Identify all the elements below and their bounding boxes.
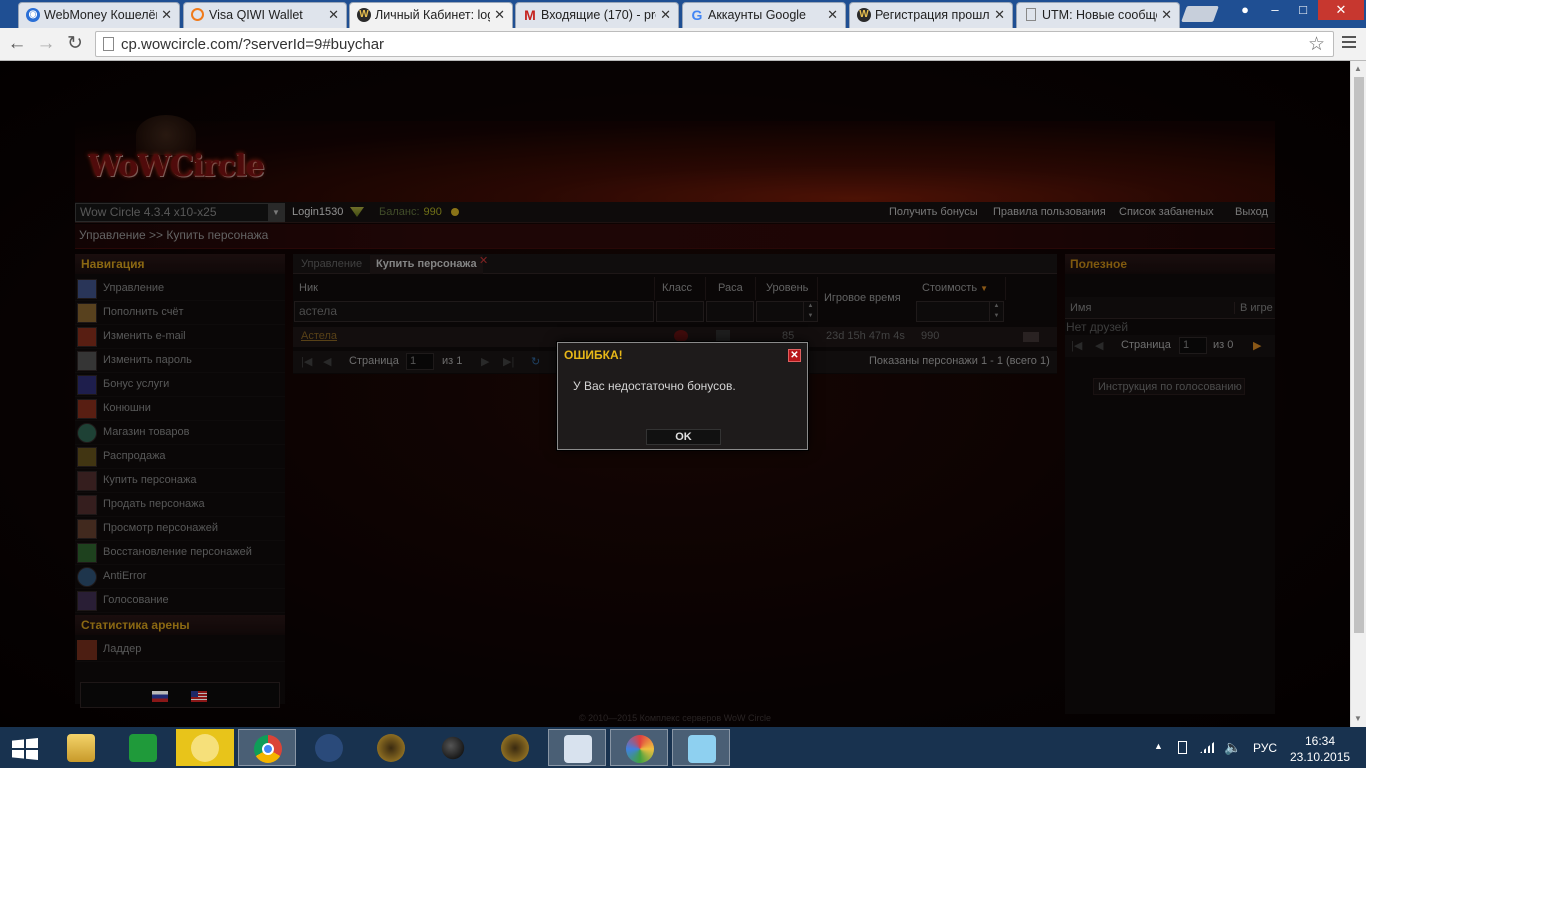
tray-expand-icon[interactable]: ▲ [1154,741,1163,751]
new-tab-button[interactable] [1181,6,1219,22]
e-app-icon [315,734,343,762]
reload-icon[interactable]: ↻ [64,33,86,55]
close-icon[interactable]: ✕ [994,7,1005,23]
browser-toolbar: ← → ↻ cp.wowcircle.com/?serverId=9#buych… [0,28,1366,61]
tab-title: WebMoney Кошелёк [44,8,157,22]
gmail-icon: M [524,7,536,23]
back-icon[interactable]: ← [6,33,28,55]
paint-palette-icon [626,735,654,763]
system-clock[interactable]: 16:34 23.10.2015 [1290,733,1350,765]
tab-title: Visa QIWI Wallet [209,8,303,22]
webmoney-icon: ◉ [26,8,40,22]
close-icon[interactable]: ✕ [788,349,801,362]
tab-title: Входящие (170) - pre [541,8,656,22]
sun-app-icon [191,734,219,762]
start-button[interactable] [0,729,50,766]
address-url: cp.wowcircle.com/?serverId=9#buychar [121,36,385,53]
tab-title: Личный Кабинет: log [375,8,490,22]
bookmark-star-icon[interactable]: ☆ [1308,33,1325,56]
qiwi-icon [191,8,204,21]
taskbar-file-explorer[interactable] [52,729,110,766]
black-ball-icon [441,736,465,760]
minimize-button[interactable]: – [1262,0,1288,20]
close-icon[interactable]: ✕ [827,7,838,23]
chrome-icon [254,735,282,763]
monitor-icon [564,735,592,763]
wowcircle-icon: W [357,8,371,22]
browser-tab-webmoney[interactable]: ◉ WebMoney Кошелёк ✕ [18,2,180,28]
scroll-up-icon[interactable]: ▲ [1354,64,1362,73]
battery-icon[interactable] [1178,741,1187,754]
google-icon: G [691,7,703,23]
close-icon[interactable]: ✕ [161,7,172,23]
browser-tab-google-accounts[interactable]: G Аккаунты Google ✕ [682,2,846,28]
forward-icon[interactable]: → [35,33,57,55]
browser-tab-bar: ◉ WebMoney Кошелёк ✕ Visa QIWI Wallet ✕ … [0,0,1366,28]
dialog-message: У Вас недостаточно бонусов. [573,379,736,393]
scroll-down-icon[interactable]: ▼ [1354,714,1362,723]
wowcircle-icon: W [857,8,871,22]
taskbar-app-yellow[interactable] [176,729,234,766]
close-icon[interactable]: ✕ [494,7,505,23]
tab-title: UTM: Новые сообщен [1042,8,1157,22]
browser-tab-utm[interactable]: UTM: Новые сообщен ✕ [1016,2,1180,28]
wow-icon [377,734,405,762]
scrollbar-thumb[interactable] [1354,77,1364,633]
close-icon[interactable]: ✕ [328,7,339,23]
taskbar-chrome[interactable] [238,729,296,766]
input-language[interactable]: РУС [1253,741,1277,755]
close-icon[interactable]: ✕ [1161,7,1172,23]
clock-date: 23.10.2015 [1290,750,1351,764]
page-icon [1026,8,1036,21]
taskbar-paint[interactable] [610,729,668,766]
taskbar-wow-2[interactable] [486,729,544,766]
page-icon [103,37,114,51]
taskbar-notepad[interactable] [672,729,730,766]
clock-time: 16:34 [1304,734,1336,748]
browser-tab-gmail[interactable]: M Входящие (170) - pre ✕ [515,2,679,28]
folder-icon [67,734,95,762]
taskbar-app-e[interactable] [300,729,358,766]
ok-button[interactable]: OK [646,429,721,445]
screen: ◉ WebMoney Кошелёк ✕ Visa QIWI Wallet ✕ … [0,0,1366,768]
taskbar-monitor-app[interactable] [548,729,606,766]
taskbar-store[interactable] [114,729,172,766]
address-bar[interactable]: cp.wowcircle.com/?serverId=9#buychar ☆ [95,31,1334,57]
browser-tab-registration[interactable]: W Регистрация прошла ✕ [849,2,1013,28]
maximize-button[interactable]: □ [1290,0,1316,20]
windows-logo-icon [12,738,38,760]
taskbar-wow-1[interactable] [362,729,420,766]
tab-title: Аккаунты Google [708,8,807,22]
error-dialog: ОШИБКА! ✕ У Вас недостаточно бонусов. OK [557,342,808,450]
window-close-button[interactable]: ✕ [1318,0,1364,20]
volume-icon[interactable]: 🔈 [1224,739,1241,756]
wow-icon [501,734,529,762]
dialog-title: ОШИБКА! [564,348,623,362]
notepad-icon [688,735,716,763]
store-icon [129,734,157,762]
page-scrollbar[interactable]: ▲ ▼ [1350,61,1366,727]
browser-tab-qiwi[interactable]: Visa QIWI Wallet ✕ [183,2,347,28]
tab-title: Регистрация прошла [875,8,990,22]
browser-tab-wowcircle-cabinet[interactable]: W Личный Кабинет: log ✕ [349,2,513,28]
browser-menu-icon[interactable] [1342,36,1356,51]
user-profile-icon[interactable]: ● [1232,0,1258,20]
taskbar-app-black[interactable] [424,729,482,766]
network-signal-icon[interactable] [1200,742,1214,753]
windows-taskbar: ▲ 🔈 РУС 16:34 23.10.2015 [0,727,1366,768]
close-icon[interactable]: ✕ [660,7,671,23]
